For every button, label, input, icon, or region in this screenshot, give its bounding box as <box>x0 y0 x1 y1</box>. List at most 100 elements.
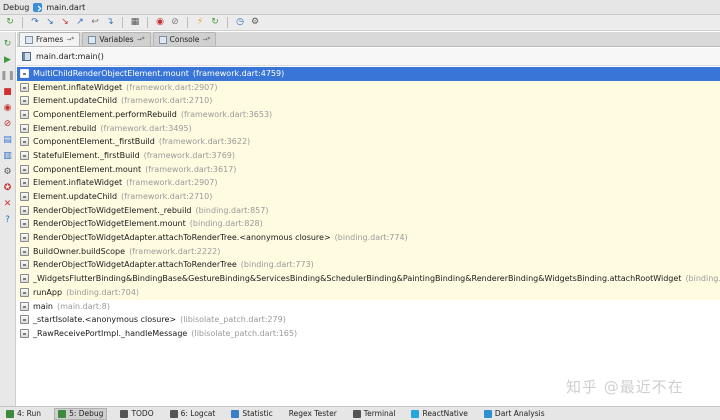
frame-row[interactable]: ComponentElement.mount (framework.dart:36… <box>17 162 720 177</box>
watermark: 知乎 @最近不在 <box>566 378 684 396</box>
tool-window-label: Regex Tester <box>288 409 337 418</box>
tab-pin-icon[interactable]: →* <box>202 36 210 43</box>
frame-row[interactable]: Element.updateChild (framework.dart:2710) <box>17 94 720 109</box>
frame-row[interactable]: _WidgetsFlutterBinding&BindingBase&Gestu… <box>17 272 720 286</box>
tab-pin-icon[interactable]: →* <box>66 36 74 43</box>
frame-function: Element.updateChild <box>33 192 118 202</box>
run-icon <box>6 409 14 418</box>
get-thread-dump-icon[interactable]: ▤ <box>2 134 14 146</box>
stack-frame-icon <box>20 137 29 147</box>
frame-row[interactable]: Element.updateChild (framework.dart:2710) <box>17 190 720 204</box>
frame-row[interactable]: runApp (binding.dart:704) <box>17 286 720 300</box>
tab-console[interactable]: Console →* <box>152 32 217 46</box>
frame-row[interactable]: _startIsolate.<anonymous closure> (libiso… <box>17 313 720 328</box>
frame-location: (binding.dart:857) <box>195 205 269 215</box>
frame-row[interactable]: ComponentElement._firstBuild (framework.d… <box>17 135 720 150</box>
frame-location: (framework.dart:2907) <box>126 82 218 92</box>
tab-variables[interactable]: Variables →* <box>82 32 151 46</box>
frame-function: MultiChildRenderObjectElement.mount <box>33 68 189 78</box>
stack-frame-icon <box>20 274 29 284</box>
tool-window-tab[interactable]: Regex Tester <box>286 408 340 420</box>
step-out-icon[interactable]: ↗ <box>74 17 86 29</box>
thread-label: main.dart:main() <box>36 52 104 61</box>
mute-breakpoints-icon[interactable]: ⊘ <box>2 118 14 130</box>
force-step-into-icon[interactable]: ↘ <box>59 17 71 29</box>
frame-row[interactable]: Element.inflateWidget (framework.dart:290… <box>17 176 720 191</box>
frames-thread-selector[interactable]: main.dart:main() <box>17 48 720 66</box>
stack-frame-icon <box>20 82 29 92</box>
tool-window-tab[interactable]: Terminal <box>350 408 399 420</box>
drop-frame-icon[interactable]: ↩ <box>89 17 101 29</box>
tool-window-tab[interactable]: TODO <box>117 408 156 420</box>
tab-pin-icon[interactable]: →* <box>137 36 145 43</box>
frame-function: ComponentElement.mount <box>33 164 142 174</box>
tab-frames[interactable]: Frames →* <box>19 32 81 46</box>
logcat-icon <box>169 409 178 418</box>
frame-row[interactable]: StatefulElement._firstBuild (framework.da… <box>17 149 720 163</box>
frame-location: (framework.dart:3622) <box>158 137 251 147</box>
frame-location: (framework.dart:2710) <box>121 192 213 202</box>
resume-icon[interactable]: ▶ <box>2 54 14 66</box>
frame-row[interactable]: RenderObjectToWidgetElement._rebuild (bin… <box>17 203 720 218</box>
settings-icon[interactable]: ⚙ <box>2 166 14 178</box>
step-into-icon[interactable]: ↘ <box>44 17 56 29</box>
help-icon[interactable]: ? <box>2 214 14 226</box>
stack-frame-icon <box>20 150 29 160</box>
frame-row[interactable]: Element.inflateWidget (framework.dart:290… <box>17 80 720 95</box>
stack-frame-icon <box>20 315 29 325</box>
tool-window-tab[interactable]: Statistic <box>228 408 275 420</box>
tool-window-label: Statistic <box>242 409 273 418</box>
run-to-cursor-icon[interactable]: ↴ <box>104 17 116 29</box>
frame-row[interactable]: RenderObjectToWidgetElement.mount (bindin… <box>17 217 720 232</box>
evaluate-icon[interactable]: ▦ <box>129 17 141 29</box>
tool-window-tab[interactable]: 6: Logcat <box>167 408 219 420</box>
view-breakpoints-icon[interactable]: ◉ <box>2 102 14 114</box>
tool-window-tab[interactable]: 4: Run <box>3 408 44 420</box>
pause-icon[interactable]: ❚❚ <box>0 70 15 82</box>
frame-row[interactable]: _RawReceivePortImpl._handleMessage (libis… <box>17 327 720 341</box>
frame-row[interactable]: RenderObjectToWidgetAdapter.attachToRend… <box>17 258 720 273</box>
frame-location: (framework.dart:3653) <box>180 109 273 119</box>
tool-window-label: Terminal <box>363 409 396 418</box>
rerun-icon[interactable]: ↻ <box>2 38 14 50</box>
hot-reload-icon[interactable]: ⚡ <box>194 17 206 29</box>
tool-window-tab[interactable]: ReactNative <box>408 408 470 420</box>
toolbar-separator <box>227 17 228 28</box>
frame-row[interactable]: MultiChildRenderObjectElement.mount (fram… <box>17 67 720 81</box>
mute-icon[interactable]: ⊘ <box>169 17 181 29</box>
frame-function: StatefulElement._firstBuild <box>33 150 140 160</box>
settings-icon[interactable]: ⚙ <box>249 17 261 29</box>
restore-layout-icon[interactable]: ▥ <box>2 150 14 162</box>
frame-row[interactable]: Element.rebuild (framework.dart:3495) <box>17 121 720 136</box>
frame-function: runApp <box>33 287 63 297</box>
step-over-icon[interactable]: ↷ <box>29 17 41 29</box>
frame-location: (binding.dart:773) <box>240 260 314 270</box>
file-tab-label[interactable]: main.dart <box>46 3 85 12</box>
frame-row[interactable]: main (main.dart:8) <box>17 299 720 314</box>
stop-icon[interactable]: ■ <box>2 86 14 98</box>
clock-icon[interactable]: ◷ <box>234 17 246 29</box>
rerun-icon[interactable]: ↻ <box>4 17 16 29</box>
frame-row[interactable]: BuildOwner.buildScope (framework.dart:222… <box>17 244 720 259</box>
frame-row[interactable]: RenderObjectToWidgetAdapter.attachToRend… <box>17 231 720 245</box>
stack-frame-icon <box>20 123 29 133</box>
restart-icon[interactable]: ↻ <box>209 17 221 29</box>
close-icon[interactable]: ✕ <box>2 198 14 210</box>
frame-row[interactable]: ComponentElement.performRebuild (framewor… <box>17 108 720 122</box>
stack-frame-icon <box>20 233 29 243</box>
stack-frame-icon <box>20 301 29 311</box>
view-breakpoints-icon[interactable]: ◉ <box>154 17 166 29</box>
tab-label: Frames <box>36 35 64 44</box>
debug-toolbar: ↻ ↷ ↘ ↘ ↗ ↩ ↴ ▦ ◉ ⊘ ⚡ ↻ ◷ ⚙ <box>0 15 720 31</box>
stack-frame-icon <box>20 178 29 188</box>
frames-icon <box>25 35 33 44</box>
tool-window-tab[interactable]: 5: Debug <box>54 407 108 420</box>
frame-location: (framework.dart:4759) <box>192 68 285 78</box>
frame-location: (framework.dart:2710) <box>121 96 213 106</box>
pin-icon[interactable]: ✪ <box>2 182 14 194</box>
console-icon <box>158 35 167 44</box>
frame-location: (framework.dart:3617) <box>145 164 237 174</box>
tool-window-tab[interactable]: Dart Analysis <box>481 408 548 420</box>
stack-frame-icon <box>20 260 29 270</box>
todo-icon <box>120 409 129 418</box>
